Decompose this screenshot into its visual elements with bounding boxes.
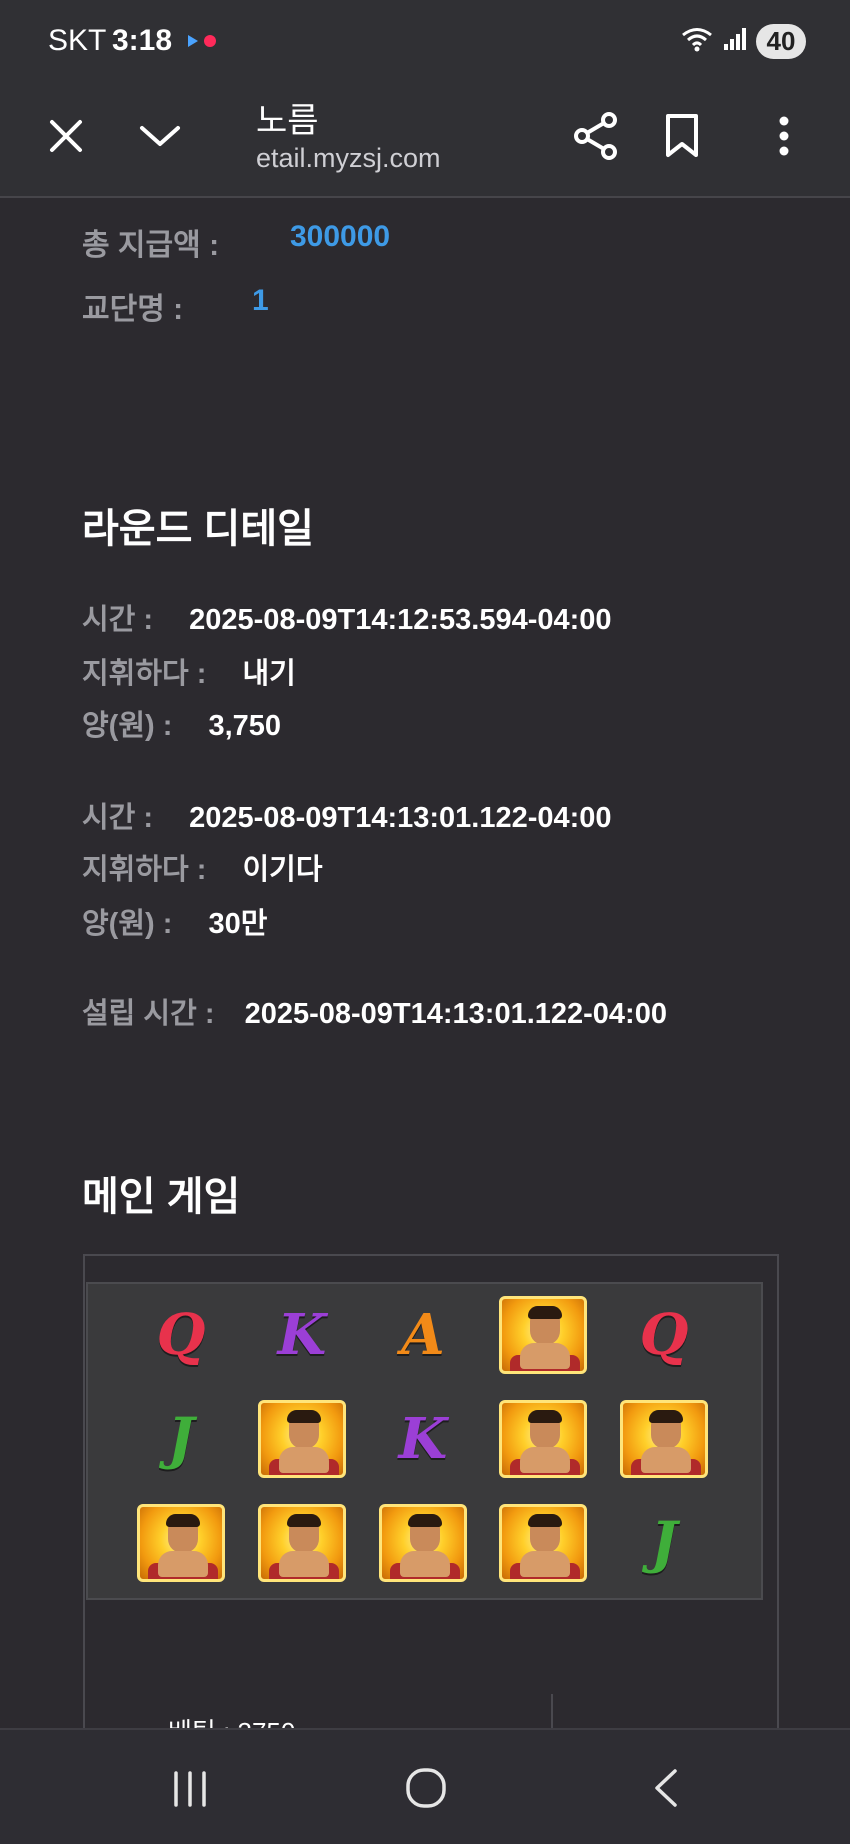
- slot-symbol-wild-face-icon: [378, 1502, 468, 1584]
- total-payout-value: 300000: [290, 220, 391, 253]
- slot-symbol-wild-face-icon: [498, 1502, 588, 1584]
- slot-symbol-k-icon: K: [277, 1302, 327, 1368]
- round-entry-1-amount: 양(원) : 3,750: [82, 710, 282, 742]
- page-url[interactable]: etail.myzsj.com: [256, 143, 441, 174]
- slot-symbol-j-icon: J: [650, 1510, 678, 1576]
- slot-symbol-q-icon: Q: [156, 1302, 206, 1368]
- slot-symbol-a-icon: A: [401, 1302, 445, 1368]
- share-icon[interactable]: [568, 106, 624, 166]
- slot-symbol-wild-face-icon: [498, 1294, 588, 1376]
- notification-dots-icon: [186, 33, 220, 54]
- battery-indicator: 40: [756, 24, 806, 59]
- denomination-row: 교단명 :: [82, 284, 183, 328]
- round-entry-1-time: 시간 : 2025-08-09T14:12:53.594-04:00: [82, 604, 612, 636]
- slot-symbol-k-icon: K: [398, 1406, 448, 1472]
- chevron-down-icon[interactable]: [134, 110, 186, 162]
- signal-icon: [722, 26, 748, 57]
- status-bar: SKT 3:18 40: [0, 0, 850, 84]
- clock-text: 3:18: [112, 24, 173, 57]
- recent-apps-icon[interactable]: [164, 1764, 216, 1814]
- slot-symbol-q-icon: Q: [639, 1302, 689, 1368]
- round-details-title: 라운드 디테일: [82, 507, 314, 551]
- system-nav-bar: [0, 1728, 850, 1844]
- denomination-label: 교단명 :: [82, 293, 184, 326]
- slot-symbol-wild-face-icon: [619, 1398, 709, 1480]
- main-game-title: 메인 게임: [82, 1175, 241, 1219]
- slot-symbol-wild-face-icon: [136, 1502, 226, 1584]
- slot-symbol-wild-face-icon: [257, 1502, 347, 1584]
- close-icon[interactable]: [40, 110, 92, 162]
- total-payout-row: 총 지급액 :: [82, 220, 219, 264]
- denomination-value: 1: [252, 284, 269, 317]
- wifi-icon: [680, 26, 714, 57]
- slot-symbol-wild-face-icon: [498, 1398, 588, 1480]
- round-entry-2-amount: 양(원) : 30만: [82, 908, 268, 940]
- round-entry-2-time: 시간 : 2025-08-09T14:13:01.122-04:00: [82, 802, 612, 834]
- more-options-icon[interactable]: [760, 106, 808, 166]
- slot-symbol-j-icon: J: [167, 1406, 195, 1472]
- browser-toolbar: [0, 84, 850, 198]
- round-entry-2-action: 지휘하다 : 이기다: [82, 854, 323, 886]
- slot-symbol-wild-face-icon: [257, 1398, 347, 1480]
- total-payout-label: 총 지급액 :: [82, 229, 220, 262]
- settle-time-row: 설립 시간 : 2025-08-09T14:13:01.122-04:00: [82, 998, 667, 1030]
- round-entry-1-action: 지휘하다 : 내기: [82, 658, 296, 690]
- home-icon[interactable]: [398, 1760, 454, 1816]
- bookmark-icon[interactable]: [656, 106, 708, 166]
- page-title: 노름: [256, 102, 319, 140]
- carrier-text: SKT: [48, 24, 107, 57]
- back-icon[interactable]: [640, 1762, 692, 1814]
